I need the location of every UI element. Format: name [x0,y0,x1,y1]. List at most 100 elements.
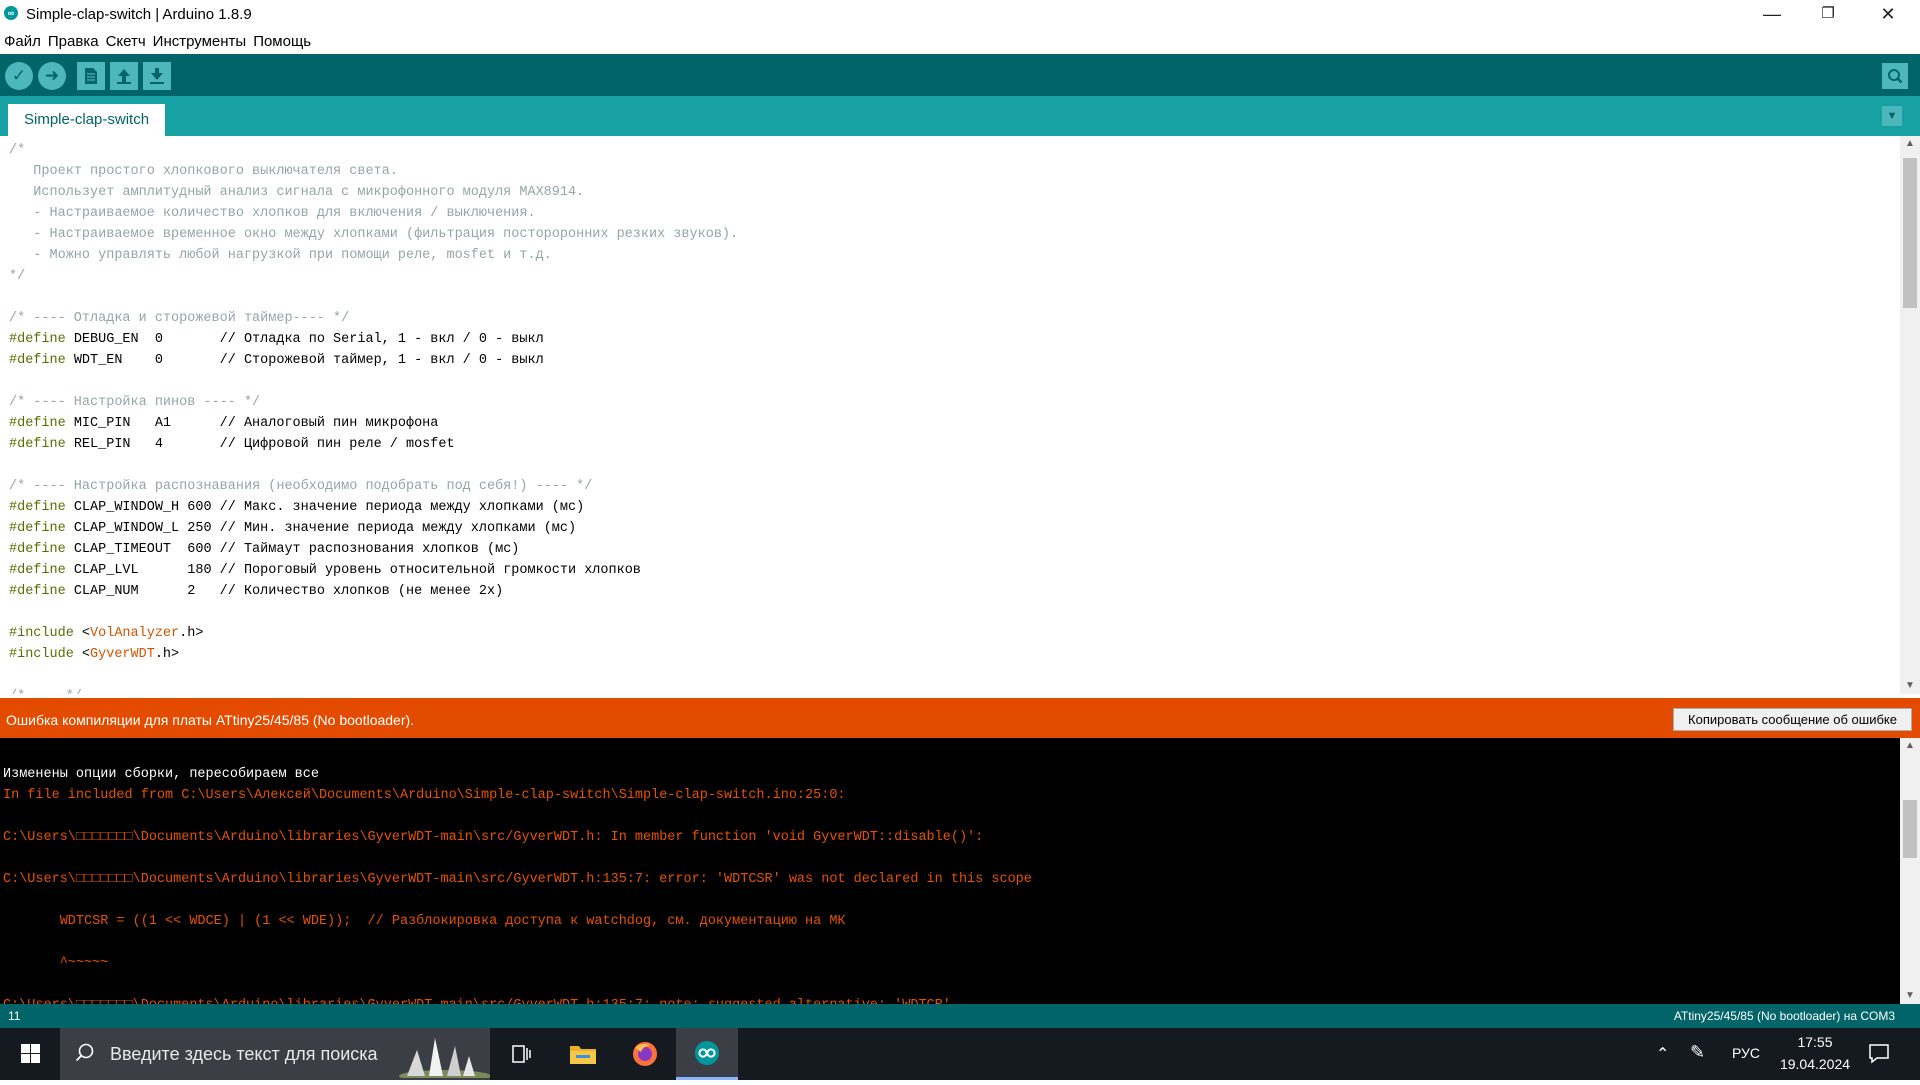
close-button[interactable]: ✕ [1860,0,1916,30]
code-line: Использует амплитудный анализ сигнала с … [9,182,1900,203]
code-text: REL_PIN 4 // Цифровой пин реле / mosfet [65,437,455,452]
code-keyword: #define [9,332,66,347]
code-line: Проект простого хлопкового выключателя с… [9,161,1900,182]
console-line: C:\Users\□□□□□□□\Documents\Arduino\libra… [3,872,1032,887]
editor-scrollbar[interactable]: ▲ ▼ [1900,136,1920,694]
code-comment: - Можно управлять любой нагрузкой при по… [9,248,552,263]
code-text: CLAP_TIMEOUT 600 // Таймаут распозновани… [65,542,520,557]
code-comment: Проект простого хлопкового выключателя с… [9,164,398,179]
arduino-logo-icon: ∞ [4,6,18,20]
code-keyword: #include [9,647,74,662]
taskbar-search[interactable]: Введите здесь текст для поиска [60,1028,490,1080]
board-info: ATtiny25/45/85 (No bootloader) на COM3 [1673,1009,1895,1023]
menu-tools[interactable]: Инструменты [149,30,250,50]
notification-icon[interactable] [1868,1042,1890,1064]
file-explorer-icon [570,1046,596,1064]
code-keyword: #define [9,584,66,599]
error-message: Ошибка компиляции для платы ATtiny25/45/… [6,712,415,728]
minimize-button[interactable]: — [1744,0,1800,30]
firefox-icon [633,1042,657,1066]
clock-time[interactable]: 17:55 [1780,1034,1850,1050]
tab-simple-clap-switch[interactable]: Simple-clap-switch [8,104,166,136]
search-icon [75,1043,94,1062]
code-line: #define CLAP_LVL 180 // Пороговый уровен… [9,560,1900,581]
code-text: MIC_PIN A1 // Аналоговый пин микрофона [65,416,439,431]
code-text: CLAP_WINDOW_L 250 // Мин. значение перио… [65,521,577,536]
code-keyword: #define [9,500,66,515]
code-keyword: #define [9,521,66,536]
file-explorer-button[interactable] [552,1028,614,1080]
code-keyword: #define [9,416,66,431]
firefox-button[interactable] [614,1028,676,1080]
start-button[interactable] [0,1028,60,1080]
code-library: GyverWDT [90,647,155,662]
code-comment: /* ---- Настройка распознавания (необход… [9,479,593,494]
verify-button[interactable]: ✓ [5,62,33,90]
code-comment: /* [9,143,26,158]
code-text: CLAP_NUM 2 // Количество хлопков (не мен… [65,584,504,599]
code-editor[interactable]: /* Проект простого хлопкового выключател… [0,136,1900,694]
clock-date[interactable]: 19.04.2024 [1772,1056,1858,1072]
language-indicator[interactable]: РУС [1732,1045,1760,1061]
code-line: #define REL_PIN 4 // Цифровой пин реле /… [9,434,1900,455]
output-console[interactable]: Изменены опции сборки, пересобираем все I… [0,738,1900,1004]
code-text: .h> [179,626,204,641]
scroll-up-icon[interactable]: ▲ [1900,738,1920,754]
arrow-down-icon [150,68,164,84]
menu-help[interactable]: Помощь [249,30,314,50]
status-bar: 11 ATtiny25/45/85 (No bootloader) на COM… [0,1004,1920,1028]
open-button[interactable] [110,62,138,90]
copy-error-button[interactable]: Копировать сообщение об ошибке [1673,708,1912,731]
console-scrollbar[interactable]: ▲ ▼ [1900,738,1920,1004]
title-bar: ∞ Simple-clap-switch | Arduino 1.8.9 — ❐… [0,0,1920,30]
menu-edit[interactable]: Правка [44,30,102,50]
code-line: */ [9,266,1900,287]
search-highlight-icon [399,1038,490,1078]
serial-monitor-button[interactable] [1882,63,1908,89]
code-comment: */ [9,269,26,284]
code-line: /* ---- Настройка распознавания (необход… [9,476,1900,497]
scroll-down-icon[interactable]: ▼ [1900,678,1920,694]
toolbar: ✓ ➜ [0,54,1920,96]
pen-icon[interactable]: ✎ [1690,1042,1705,1063]
tab-menu-button[interactable]: ▼ [1882,106,1902,126]
code-line: #define DEBUG_EN 0 // Отладка по Serial,… [9,329,1900,350]
code-keyword: #define [9,353,66,368]
code-comment: - Настраиваемое временное окно между хло… [9,227,739,242]
task-view-button[interactable] [490,1028,552,1080]
code-keyword: #define [9,563,66,578]
code-keyword: #define [9,437,66,452]
code-comment: - Настраиваемое количество хлопков для в… [9,206,536,221]
menu-sketch[interactable]: Скетч [102,30,149,50]
scroll-up-icon[interactable]: ▲ [1900,136,1920,152]
scroll-down-icon[interactable]: ▼ [1900,988,1920,1004]
new-button[interactable] [77,62,105,90]
save-button[interactable] [143,62,171,90]
console-line: ^~~~~~ [3,956,109,971]
menu-file[interactable]: Файл [0,30,44,50]
console-output: Изменены опции сборки, пересобираем все I… [0,738,1900,1004]
code-line: /* ... */ [9,686,1900,694]
check-icon: ✓ [11,66,27,85]
upload-button[interactable]: ➜ [38,62,66,90]
arduino-button[interactable] [676,1028,738,1080]
code-line: /* [9,140,1900,161]
tray-chevron-up-icon[interactable]: ⌃ [1656,1044,1669,1064]
code-text: CLAP_WINDOW_H 600 // Макс. значение пери… [65,500,585,515]
restore-button[interactable]: ❐ [1800,0,1856,30]
code-text: DEBUG_EN 0 // Отладка по Serial, 1 - вкл… [65,332,544,347]
code-line: #include <VolAnalyzer.h> [9,623,1900,644]
editor-scroll-thumb[interactable] [1903,158,1917,308]
code-area[interactable]: /* Проект простого хлопкового выключател… [0,136,1900,694]
console-line: WDTCSR = ((1 << WDCE) | (1 << WDE)); // … [3,914,846,929]
code-line: /* ---- Настройка пинов ---- */ [9,392,1900,413]
console-scroll-thumb[interactable] [1903,800,1917,858]
code-text: < [73,647,91,662]
